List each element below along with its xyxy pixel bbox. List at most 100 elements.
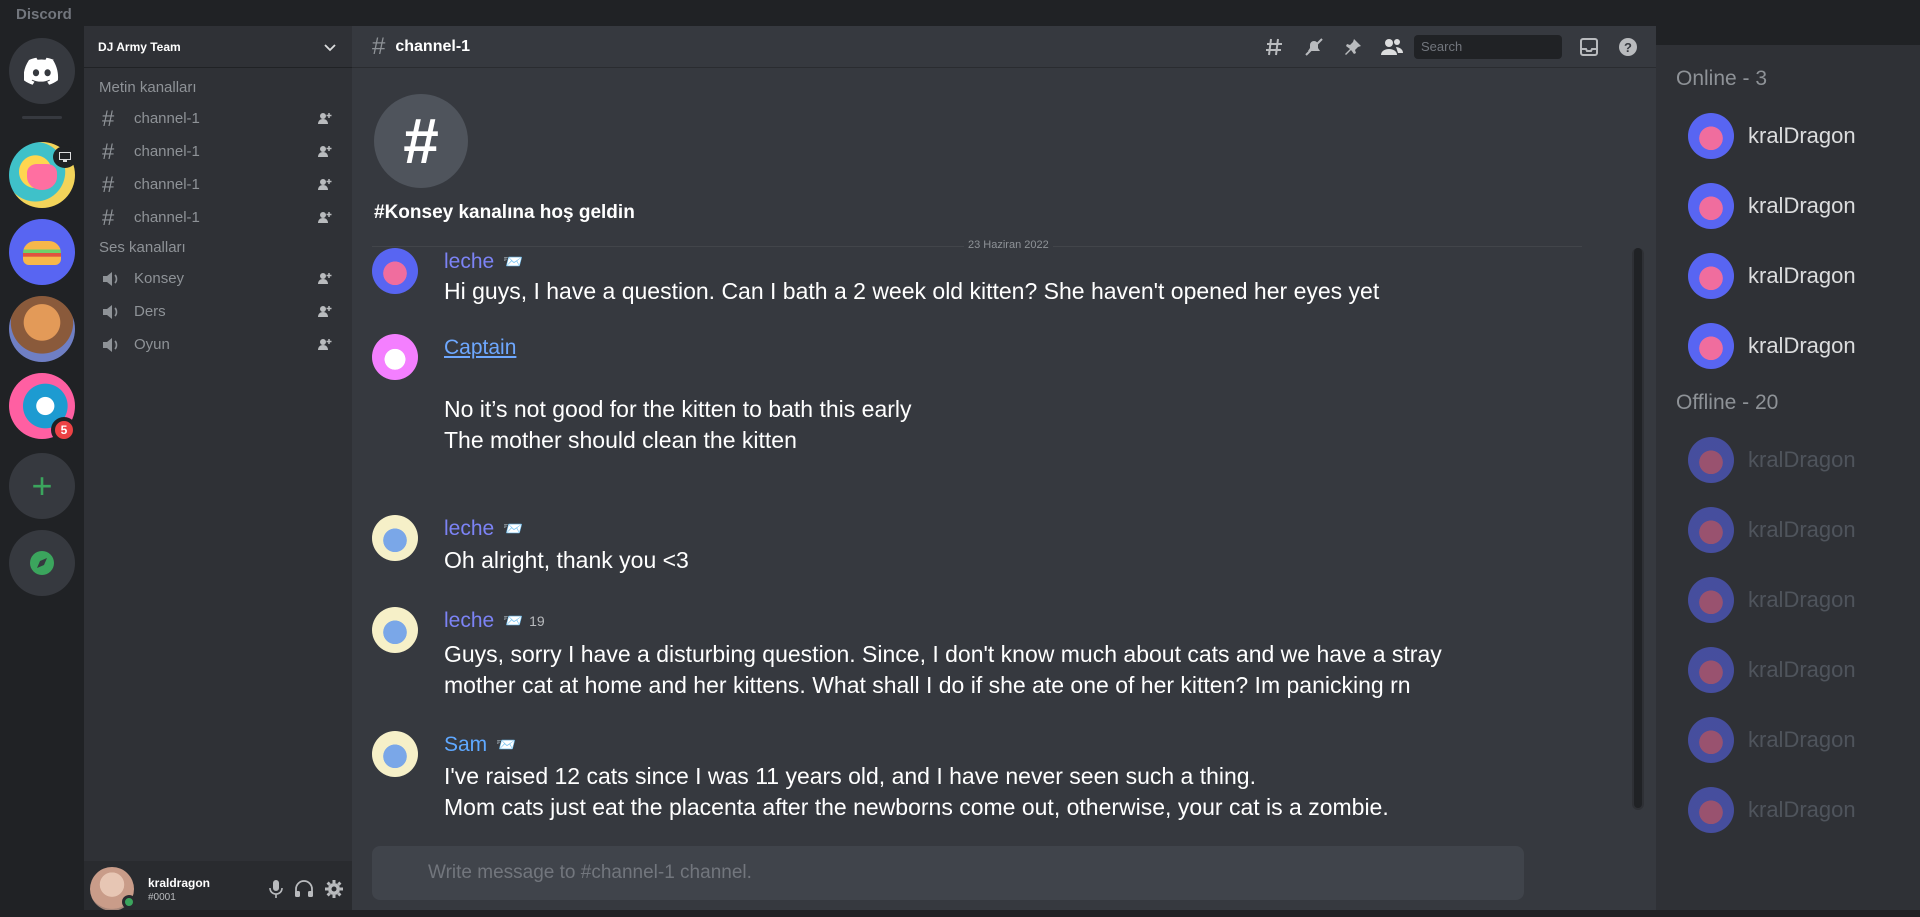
text-channel-item[interactable]: # channel-1 [84, 201, 352, 234]
search-input[interactable]: Search [1414, 35, 1562, 59]
scrollbar-thumb[interactable] [1634, 248, 1642, 808]
server-icon-burger[interactable] [9, 219, 75, 285]
message-line: I've raised 12 cats since I was 11 years… [444, 763, 1256, 789]
user-tag: #0001 [148, 891, 176, 903]
message-line: Oh alright, thank you <3 [444, 547, 689, 573]
member-item[interactable]: kralDragon [1656, 565, 1920, 635]
speaker-icon [102, 271, 134, 287]
member-item[interactable]: kralDragon [1656, 425, 1920, 495]
discord-home-icon[interactable] [9, 38, 75, 104]
help-icon[interactable]: ? [1616, 35, 1640, 59]
server-icon-mascot[interactable] [9, 142, 77, 208]
invite-icon[interactable] [318, 178, 332, 191]
avatar [1688, 323, 1734, 369]
member-name: kralDragon [1748, 333, 1856, 358]
avatar[interactable] [372, 731, 418, 777]
avatar [1688, 183, 1734, 229]
member-name: kralDragon [1748, 517, 1856, 542]
server-rail: 5 + [0, 26, 84, 917]
member-item[interactable]: kralDragon [1656, 101, 1920, 171]
svg-text:?: ? [1624, 40, 1632, 55]
member-item[interactable]: kralDragon [1656, 705, 1920, 775]
avatar [1688, 253, 1734, 299]
rail-separator [22, 116, 62, 119]
mute-bell-icon[interactable] [1302, 35, 1326, 59]
avatar [1688, 507, 1734, 553]
member-item[interactable]: kralDragon [1656, 495, 1920, 565]
message-author[interactable]: leche [444, 250, 494, 274]
hash-icon: # [102, 171, 115, 197]
invite-icon[interactable] [318, 338, 332, 351]
member-list-icon[interactable] [1380, 35, 1404, 59]
threads-icon[interactable] [1263, 35, 1287, 59]
username: kraldragon [148, 875, 211, 890]
chevron-down-icon [324, 43, 336, 51]
message-stamp: 19 [529, 613, 545, 629]
inbox-icon[interactable] [1577, 35, 1601, 59]
member-item[interactable]: kralDragon [1656, 171, 1920, 241]
message-author[interactable]: Captain [444, 336, 516, 360]
hash-icon: # [372, 32, 386, 60]
pin-icon[interactable] [1341, 35, 1365, 59]
avatar[interactable] [372, 607, 418, 653]
message-author[interactable]: Sam [444, 733, 487, 757]
member-name: kralDragon [1748, 263, 1856, 288]
envelope-emoji-icon: 📨 [496, 737, 517, 754]
message-input[interactable]: Write message to #channel-1 channel. [372, 846, 1524, 900]
channel-name: Ders [134, 303, 166, 320]
message-content: Guys, sorry I have a disturbing question… [444, 639, 1442, 701]
member-name: kralDragon [1748, 447, 1856, 472]
channel-name: Oyun [134, 336, 170, 353]
avatar [1688, 577, 1734, 623]
text-channel-item[interactable]: # channel-1 [84, 135, 352, 168]
invite-icon[interactable] [318, 305, 332, 318]
voice-channel-item[interactable]: Konsey [84, 262, 352, 295]
message-author[interactable]: leche [444, 609, 494, 633]
member-item[interactable]: kralDragon [1656, 775, 1920, 845]
voice-channel-item[interactable]: Oyun [84, 328, 352, 361]
avatar [1688, 787, 1734, 833]
hash-icon: # [102, 138, 115, 164]
avatar[interactable] [90, 867, 136, 911]
hash-icon: # [102, 105, 115, 131]
text-category[interactable]: Metin kanalları [84, 74, 352, 102]
server-icon-rock[interactable] [9, 296, 75, 362]
envelope-emoji-icon: 📨 [503, 521, 524, 538]
compass-icon[interactable] [9, 530, 75, 596]
avatar[interactable] [372, 248, 418, 294]
invite-icon[interactable] [318, 272, 332, 285]
offline-header: Offline - 20 [1676, 391, 1779, 414]
member-item[interactable]: kralDragon [1656, 635, 1920, 705]
notification-badge: 5 [51, 417, 77, 443]
avatar [1688, 717, 1734, 763]
invite-icon[interactable] [318, 211, 332, 224]
text-channel-item[interactable]: # channel-1 [84, 168, 352, 201]
avatar [1688, 113, 1734, 159]
add-server-icon[interactable]: + [9, 453, 75, 519]
message-content: Oh alright, thank you <3 [444, 545, 689, 576]
server-icon-car[interactable]: 5 [9, 373, 77, 443]
avatar[interactable] [372, 515, 418, 561]
member-item[interactable]: kralDragon [1656, 311, 1920, 381]
voice-category[interactable]: Ses kanalları [84, 234, 352, 262]
message-author[interactable]: leche [444, 517, 494, 541]
app-title: Discord [16, 6, 72, 23]
speaker-icon [102, 337, 134, 353]
invite-icon[interactable] [318, 112, 332, 125]
avatar[interactable] [372, 334, 418, 380]
voice-channel-item[interactable]: Ders [84, 295, 352, 328]
microphone-icon[interactable] [268, 879, 284, 899]
text-channel-item[interactable]: # channel-1 [84, 102, 352, 135]
message-content: I've raised 12 cats since I was 11 years… [444, 761, 1389, 823]
message-line: Guys, sorry I have a disturbing question… [444, 641, 1442, 667]
channel-name: channel-1 [134, 209, 200, 226]
guild-header[interactable]: DJ Army Team [84, 26, 352, 68]
member-item[interactable]: kralDragon [1656, 241, 1920, 311]
member-list: Online - 3 kralDragon kralDragon kralDra… [1656, 45, 1920, 917]
settings-gear-icon[interactable] [324, 879, 344, 899]
invite-icon[interactable] [318, 145, 332, 158]
avatar [1688, 647, 1734, 693]
headphones-icon[interactable] [294, 879, 314, 899]
message-scrollbar[interactable] [1632, 248, 1644, 810]
guild-name: DJ Army Team [98, 39, 181, 54]
